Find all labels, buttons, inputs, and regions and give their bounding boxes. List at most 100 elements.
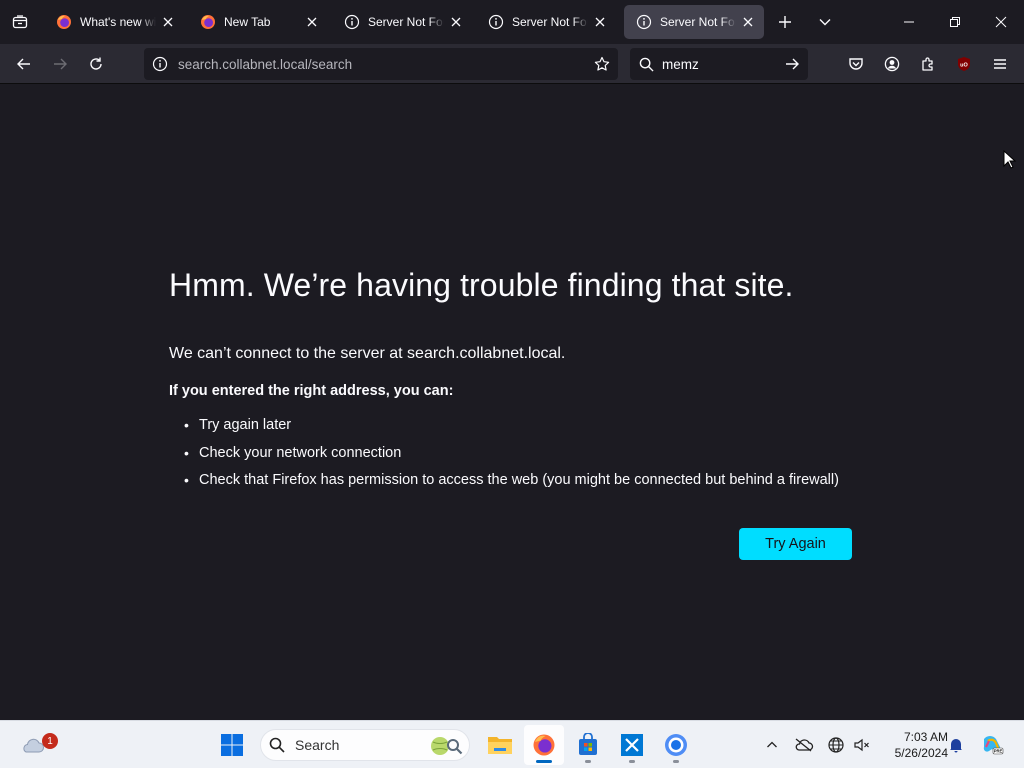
notifications-button[interactable] xyxy=(944,733,968,757)
list-item: • Check that Firefox has permission to ac… xyxy=(184,472,839,500)
running-indicator xyxy=(629,760,635,763)
firefox-icon xyxy=(200,14,216,30)
page-title: Hmm. We’re having trouble finding that s… xyxy=(169,267,794,303)
search-go-button[interactable] xyxy=(776,48,808,80)
bullet-icon: • xyxy=(184,444,189,461)
close-icon[interactable] xyxy=(304,14,320,30)
globe-icon xyxy=(828,737,844,753)
svg-text:uO: uO xyxy=(960,63,968,69)
network-tray[interactable] xyxy=(824,733,848,757)
info-icon xyxy=(488,14,504,30)
tab-server-not-found-2[interactable]: Server Not Found xyxy=(476,5,616,39)
windows-start-icon xyxy=(221,734,243,756)
search-input[interactable]: memz xyxy=(662,57,776,72)
restore-icon xyxy=(950,17,960,27)
close-icon xyxy=(995,16,1007,28)
suggestion-text: Check your network connection xyxy=(199,444,402,461)
navigation-toolbar: search.collabnet.local/search memz uO xyxy=(0,44,1024,84)
reload-icon xyxy=(90,57,102,70)
error-page: Hmm. We’re having trouble finding that s… xyxy=(0,85,1024,720)
suggestion-text: Try again later xyxy=(199,417,292,433)
tab-label: Server Not Found xyxy=(512,15,588,29)
system-clock[interactable]: 7:03 AM 5/26/2024 xyxy=(878,729,948,761)
error-description: We can’t connect to the server at search… xyxy=(169,345,566,362)
suggestions-list: • Try again later • Check your network con… xyxy=(184,417,839,500)
ublock-origin-button[interactable]: uO xyxy=(948,48,980,80)
list-item: • Check your network connection xyxy=(184,445,839,473)
window-close-button[interactable] xyxy=(978,0,1024,44)
close-icon[interactable] xyxy=(448,14,464,30)
clock-time: 7:03 AM xyxy=(903,730,948,744)
taskbar-store[interactable] xyxy=(568,725,608,765)
url-bar[interactable]: search.collabnet.local/search xyxy=(144,48,618,80)
list-all-tabs-button[interactable] xyxy=(808,5,842,39)
tab-label: Server Not Found xyxy=(660,15,736,29)
svg-text:PRE: PRE xyxy=(994,749,1003,754)
bell-icon xyxy=(950,739,962,753)
tab-new-tab[interactable]: New Tab xyxy=(188,5,328,39)
info-icon xyxy=(636,14,652,30)
try-again-button[interactable]: Try Again xyxy=(739,528,852,560)
app-menu-button[interactable] xyxy=(984,48,1016,80)
taskbar-chrome[interactable] xyxy=(656,725,696,765)
taskbar-search[interactable]: Search xyxy=(260,729,470,761)
pocket-button[interactable] xyxy=(840,48,872,80)
taskbar-firefox[interactable] xyxy=(524,725,564,765)
close-icon[interactable] xyxy=(592,14,608,30)
taskbar-file-explorer[interactable] xyxy=(480,725,520,765)
tab-server-not-found-1[interactable]: Server Not Found xyxy=(332,5,472,39)
tab-server-not-found-active[interactable]: Server Not Found xyxy=(624,5,764,39)
new-tab-button[interactable] xyxy=(768,5,802,39)
close-icon[interactable] xyxy=(740,14,756,30)
taskbar: 1 Search 7:03 AM 5/26/2024 PRE xyxy=(0,720,1024,768)
reload-button[interactable] xyxy=(80,48,112,80)
search-icon xyxy=(269,737,285,753)
chevron-down-icon xyxy=(819,19,831,26)
tab-whats-new[interactable]: What's new with xyxy=(44,5,184,39)
account-button[interactable] xyxy=(876,48,908,80)
running-indicator xyxy=(673,760,679,763)
back-button[interactable] xyxy=(8,48,40,80)
show-hidden-icons-button[interactable] xyxy=(760,733,784,757)
search-bar[interactable]: memz xyxy=(630,48,808,80)
url-text[interactable]: search.collabnet.local/search xyxy=(176,57,586,72)
minimize-button[interactable] xyxy=(886,0,932,44)
weather-widget[interactable]: 1 xyxy=(12,725,58,765)
suggestion-text: Check that Firefox has permission to acc… xyxy=(199,472,839,488)
search-placeholder: Search xyxy=(295,737,340,753)
vscode-icon xyxy=(621,734,643,756)
bookmark-star-icon[interactable] xyxy=(586,48,618,80)
extensions-button[interactable] xyxy=(912,48,944,80)
forward-button[interactable] xyxy=(44,48,76,80)
restore-button[interactable] xyxy=(932,0,978,44)
site-info-icon[interactable] xyxy=(144,48,176,80)
search-highlight-icon xyxy=(431,737,463,755)
file-explorer-icon xyxy=(488,737,512,754)
tab-label: What's new with xyxy=(80,15,156,29)
running-indicator xyxy=(585,760,591,763)
tab-strip: What's new with New Tab Server Not Found… xyxy=(0,0,1024,44)
bullet-icon: • xyxy=(184,472,189,488)
close-icon[interactable] xyxy=(160,14,176,30)
copilot-button[interactable]: PRE xyxy=(980,733,1004,757)
volume-tray[interactable] xyxy=(850,733,874,757)
account-icon xyxy=(884,56,900,72)
tab-label: New Tab xyxy=(224,15,271,29)
arrow-left-icon xyxy=(17,58,30,70)
speaker-muted-icon xyxy=(854,738,869,752)
search-icon xyxy=(630,48,662,80)
minimize-icon xyxy=(904,21,914,23)
arrow-right-icon xyxy=(786,58,799,70)
tab-manager-button[interactable] xyxy=(0,0,40,44)
info-icon xyxy=(344,14,360,30)
puzzle-icon xyxy=(922,57,933,71)
desktop: What's new with New Tab Server Not Found… xyxy=(0,0,1024,768)
copilot-icon: PRE xyxy=(983,736,1004,755)
start-button[interactable] xyxy=(212,725,252,765)
taskbar-vscode[interactable] xyxy=(612,725,652,765)
firefox-icon xyxy=(533,734,555,756)
list-item: • Try again later xyxy=(184,417,839,445)
active-indicator xyxy=(536,760,552,763)
onedrive-tray[interactable] xyxy=(792,733,816,757)
mouse-cursor-icon xyxy=(1003,150,1017,169)
